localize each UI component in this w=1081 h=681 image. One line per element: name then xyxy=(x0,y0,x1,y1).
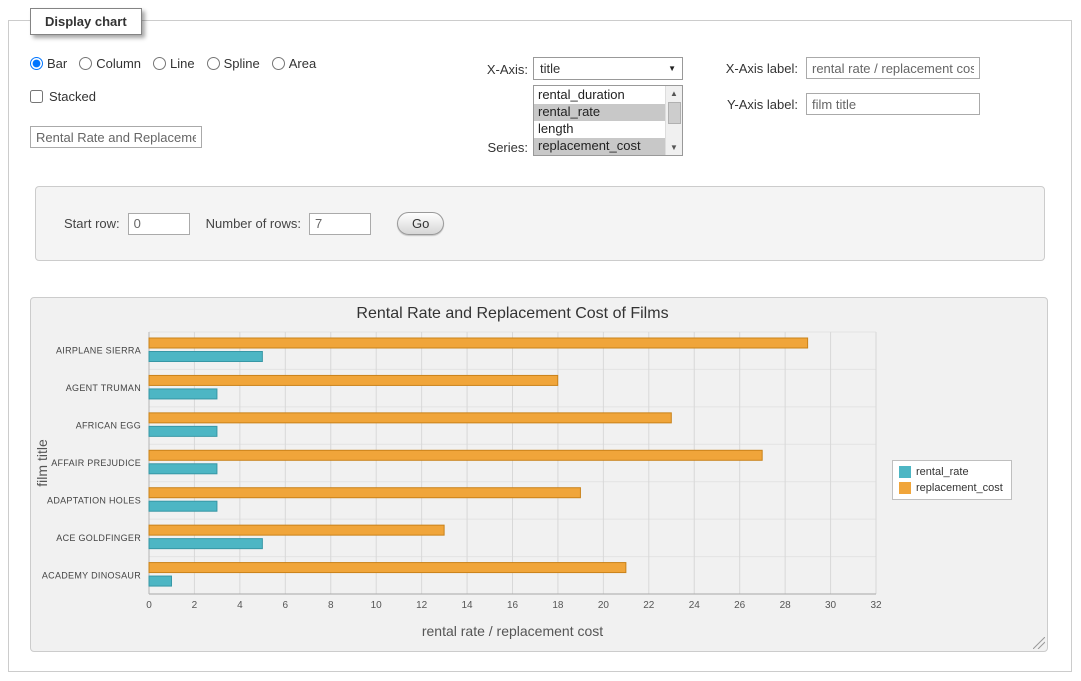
listbox-scrollbar[interactable]: ▲ ▼ xyxy=(665,86,682,155)
chart-type-bar-radio[interactable]: Bar xyxy=(30,56,67,71)
svg-text:26: 26 xyxy=(734,600,746,611)
svg-text:20: 20 xyxy=(598,600,610,611)
page: Display chart Bar Column Line Spline Area St… xyxy=(0,0,1081,681)
select-chevron-down-icon: ▼ xyxy=(668,64,676,73)
svg-text:8: 8 xyxy=(328,600,334,611)
stacked-checkbox-row[interactable]: Stacked xyxy=(30,89,96,104)
x-axis-label-label: X-Axis label: xyxy=(686,61,798,76)
chart-title-input[interactable] xyxy=(30,126,202,148)
svg-text:22: 22 xyxy=(643,600,655,611)
y-axis-label-input[interactable] xyxy=(806,93,980,115)
svg-text:AIRPLANE SIERRA: AIRPLANE SIERRA xyxy=(56,346,141,356)
row-controls-panel: Start row: Number of rows: Go xyxy=(35,186,1045,261)
series-option-rental_rate[interactable]: rental_rate xyxy=(534,104,665,121)
chart-type-spline-radio-input[interactable] xyxy=(207,57,220,70)
svg-text:2: 2 xyxy=(192,600,198,611)
chart-type-label: Spline xyxy=(224,56,260,71)
svg-text:6: 6 xyxy=(283,600,289,611)
chart-type-line-radio[interactable]: Line xyxy=(153,56,195,71)
chart-type-area-radio-input[interactable] xyxy=(272,57,285,70)
chart-type-label: Area xyxy=(289,56,316,71)
scroll-up-icon[interactable]: ▲ xyxy=(666,86,682,101)
svg-text:rental rate / replacement cost: rental rate / replacement cost xyxy=(422,623,603,639)
chart-type-spline-radio[interactable]: Spline xyxy=(207,56,260,71)
svg-text:AFFAIR PREJUDICE: AFFAIR PREJUDICE xyxy=(51,458,141,468)
svg-text:32: 32 xyxy=(870,600,882,611)
series-option-replacement_cost[interactable]: replacement_cost xyxy=(534,138,665,155)
svg-text:28: 28 xyxy=(780,600,792,611)
series-list-label: Series: xyxy=(440,140,528,155)
chart-type-bar-radio-input[interactable] xyxy=(30,57,43,70)
scroll-down-icon[interactable]: ▼ xyxy=(666,140,682,155)
x-axis-label-input[interactable] xyxy=(806,57,980,79)
series-option-rental_duration[interactable]: rental_duration xyxy=(534,87,665,104)
svg-text:10: 10 xyxy=(371,600,383,611)
chart-type-column-radio-input[interactable] xyxy=(79,57,92,70)
number-of-rows-label: Number of rows: xyxy=(206,216,301,231)
legend-swatch xyxy=(899,482,911,494)
chart-type-label: Bar xyxy=(47,56,67,71)
x-axis-select-label: X-Axis: xyxy=(440,62,528,77)
svg-text:30: 30 xyxy=(825,600,837,611)
series-listbox[interactable]: rental_durationrental_ratelengthreplacem… xyxy=(533,85,683,156)
series-options: rental_durationrental_ratelengthreplacem… xyxy=(534,86,665,155)
svg-text:ACE GOLDFINGER: ACE GOLDFINGER xyxy=(56,533,141,543)
chart-legend[interactable]: rental_rate replacement_cost xyxy=(892,460,1012,500)
legend-label: replacement_cost xyxy=(916,482,1003,494)
svg-text:4: 4 xyxy=(237,600,243,611)
chart-type-line-radio-input[interactable] xyxy=(153,57,166,70)
start-row-label: Start row: xyxy=(64,216,120,231)
legend-label: rental_rate xyxy=(916,466,969,478)
chart-type-label: Column xyxy=(96,56,141,71)
svg-text:0: 0 xyxy=(146,600,152,611)
chart-type-radios: Bar Column Line Spline Area xyxy=(30,56,316,71)
svg-text:film title: film title xyxy=(34,439,50,487)
chart-type-column-radio[interactable]: Column xyxy=(79,56,141,71)
y-axis-label-label: Y-Axis label: xyxy=(686,97,798,112)
svg-text:16: 16 xyxy=(507,600,519,611)
svg-text:24: 24 xyxy=(689,600,701,611)
legend-swatch xyxy=(899,466,911,478)
number-of-rows-input[interactable] xyxy=(309,213,371,235)
svg-text:14: 14 xyxy=(462,600,474,611)
svg-text:18: 18 xyxy=(552,600,564,611)
legend-item-replacement_cost[interactable]: replacement_cost xyxy=(899,482,1003,494)
x-axis-selected-value: title xyxy=(540,61,560,76)
start-row-input[interactable] xyxy=(128,213,190,235)
svg-text:AFRICAN EGG: AFRICAN EGG xyxy=(76,421,141,431)
resize-handle-icon[interactable] xyxy=(1033,637,1045,649)
go-button[interactable]: Go xyxy=(397,212,444,235)
x-axis-select[interactable]: title ▼ xyxy=(533,57,683,80)
chart-type-label: Line xyxy=(170,56,195,71)
stacked-checkbox[interactable] xyxy=(30,90,43,103)
chart-type-area-radio[interactable]: Area xyxy=(272,56,316,71)
fieldset-legend: Display chart xyxy=(30,8,142,35)
svg-text:ADAPTATION HOLES: ADAPTATION HOLES xyxy=(47,495,141,505)
svg-text:AGENT TRUMAN: AGENT TRUMAN xyxy=(66,383,141,393)
svg-text:12: 12 xyxy=(416,600,428,611)
scrollbar-thumb[interactable] xyxy=(668,102,681,124)
series-option-length[interactable]: length xyxy=(534,121,665,138)
legend-item-rental_rate[interactable]: rental_rate xyxy=(899,466,1003,478)
svg-text:ACADEMY DINOSAUR: ACADEMY DINOSAUR xyxy=(42,570,141,580)
chart-panel: 02468101214161820222426283032Rental Rate… xyxy=(30,297,1048,652)
stacked-label: Stacked xyxy=(49,89,96,104)
svg-text:Rental Rate and Replacement Co: Rental Rate and Replacement Cost of Film… xyxy=(356,305,668,322)
